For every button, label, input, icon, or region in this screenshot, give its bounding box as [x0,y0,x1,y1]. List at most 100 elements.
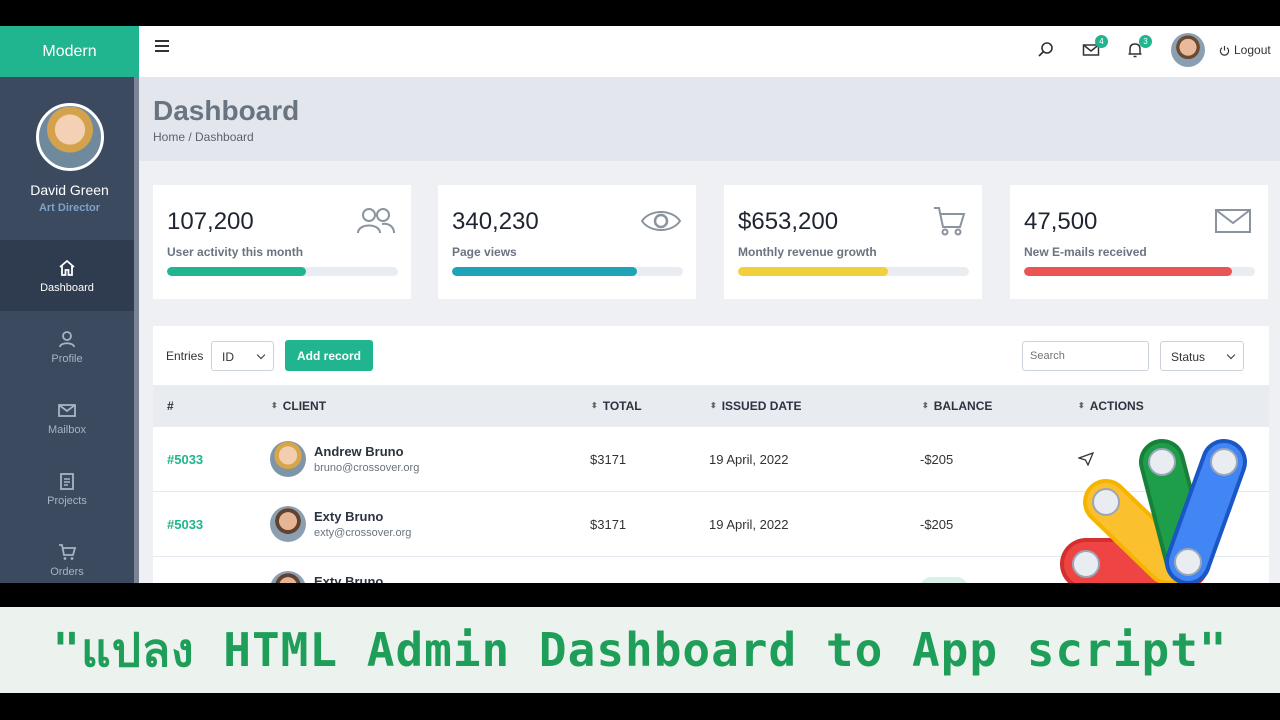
column-label: BALANCE [933,399,993,413]
video-frame: Modern David Green Art Director Dashboar… [0,0,1280,720]
progress-fill [1024,267,1232,276]
sidebar-item-projects[interactable]: Projects [0,453,134,524]
status-select[interactable]: Status [1160,341,1244,371]
home-icon [59,259,75,276]
invoice-id-link[interactable]: #5033 [167,452,203,467]
sort-icon: ⬍ [710,401,717,410]
logout-button[interactable]: Logout [1219,43,1271,57]
client-name: Andrew Bruno [314,444,404,459]
avatar [270,506,306,542]
stat-label: Page views [452,245,517,259]
bell-notification[interactable]: 3 [1126,35,1152,59]
client-email: bruno@crossover.org [314,462,420,474]
cart-icon [934,207,966,236]
balance-value: -$205 [920,452,954,467]
column-header-issued-date[interactable]: ⬍ ISSUED DATE [710,399,802,413]
user-icon [59,330,75,347]
column-header-actions[interactable]: ⬍ ACTIONS [1078,399,1144,413]
progress-bar [452,267,683,276]
progress-fill [167,267,306,276]
column-label: ACTIONS [1089,399,1144,413]
stat-card-revenue: $653,200 Monthly revenue growth [724,185,982,299]
page-header: Dashboard Home / Dashboard [139,77,1280,161]
video-caption: "แปลง HTML Admin Dashboard to App script… [52,622,1228,677]
avatar [270,571,306,583]
admin-dashboard: Modern David Green Art Director Dashboar… [0,26,1280,583]
search-input[interactable] [1022,341,1149,371]
stat-card-emails: 47,500 New E-mails received [1010,185,1268,299]
breadcrumb[interactable]: Home / Dashboard [153,130,254,144]
stat-value: 107,200 [167,208,254,235]
mail-badge: 4 [1095,35,1108,48]
client-name: Exty Bruno [314,509,384,524]
stat-label: Monthly revenue growth [738,245,877,259]
user-name: David Green [30,182,109,198]
invoice-id-link[interactable]: #5033 [167,517,203,532]
sort-icon: ⬍ [922,401,929,410]
mail-notification[interactable]: 4 [1082,35,1108,59]
topbar: 4 3 Logout [139,26,1280,77]
add-record-button[interactable]: Add record [285,340,373,371]
logout-label: Logout [1234,43,1271,57]
user-role: Art Director [38,202,101,214]
status-select-value: Status [1171,350,1206,364]
entries-label: Entries [166,349,204,363]
entries-select-value: ID [222,350,234,364]
progress-bar [1024,267,1255,276]
avatar [270,441,306,477]
sidebar-item-orders[interactable]: Orders [0,524,134,583]
apps-script-logo [1060,439,1247,583]
entries-select[interactable]: ID [211,341,274,371]
issued-date: 19 April, 2022 [709,452,789,467]
sort-icon: ⬍ [1078,401,1085,410]
sort-icon: ⬍ [271,401,278,410]
mail-icon [58,403,76,417]
stat-card-page-views: 340,230 Page views [438,185,696,299]
client-name: Exty Bruno [314,574,384,583]
progress-fill [738,267,889,276]
stat-value: $653,200 [738,208,839,235]
notification-badge: 3 [1139,35,1152,48]
stat-label: User activity this month [167,245,304,259]
balance-value: -$205 [920,517,954,532]
sort-icon: ⬍ [591,401,598,410]
avatar[interactable] [1171,33,1205,67]
clipboard-icon [60,472,74,490]
stat-card-user-activity: 107,200 User activity this month [153,185,411,299]
status-badge [920,577,968,583]
stat-label: New E-mails received [1024,245,1147,259]
envelope-icon [1215,209,1251,233]
column-label: CLIENT [282,399,327,413]
column-header-balance[interactable]: ⬍ BALANCE [922,399,992,413]
sidebar-item-label: Dashboard [40,281,94,294]
sidebar-item-label: Mailbox [48,423,86,436]
sidebar: David Green Art Director Dashboard Profi… [0,77,139,583]
total-value: $3171 [590,452,627,467]
issued-date: 19 April, 2022 [709,517,789,532]
eye-icon [640,211,682,231]
total-value: $3171 [590,517,627,532]
sidebar-item-mailbox[interactable]: Mailbox [0,382,134,453]
brand-logo[interactable]: Modern [0,26,139,77]
sidebar-item-profile[interactable]: Profile [0,311,134,382]
column-header-total[interactable]: ⬍ TOTAL [591,399,642,413]
column-header-client[interactable]: ⬍ CLIENT [271,399,326,413]
power-icon [1219,45,1230,56]
column-label: TOTAL [602,399,642,413]
search-icon[interactable] [1037,41,1055,59]
sidebar-item-label: Orders [50,565,84,578]
stat-value: 47,500 [1024,208,1098,235]
users-icon [357,208,395,234]
sidebar-item-label: Profile [51,352,83,365]
progress-bar [167,267,398,276]
cart-icon [59,543,77,560]
user-panel: David Green Art Director [0,77,139,240]
page-title: Dashboard [153,95,300,126]
menu-toggle-icon[interactable] [155,40,169,52]
stat-value: 340,230 [452,208,539,235]
column-label: ISSUED DATE [721,399,802,413]
column-header-id[interactable]: # [167,399,174,413]
column-label: # [167,399,174,413]
progress-fill [452,267,637,276]
sidebar-item-dashboard[interactable]: Dashboard [0,240,134,311]
